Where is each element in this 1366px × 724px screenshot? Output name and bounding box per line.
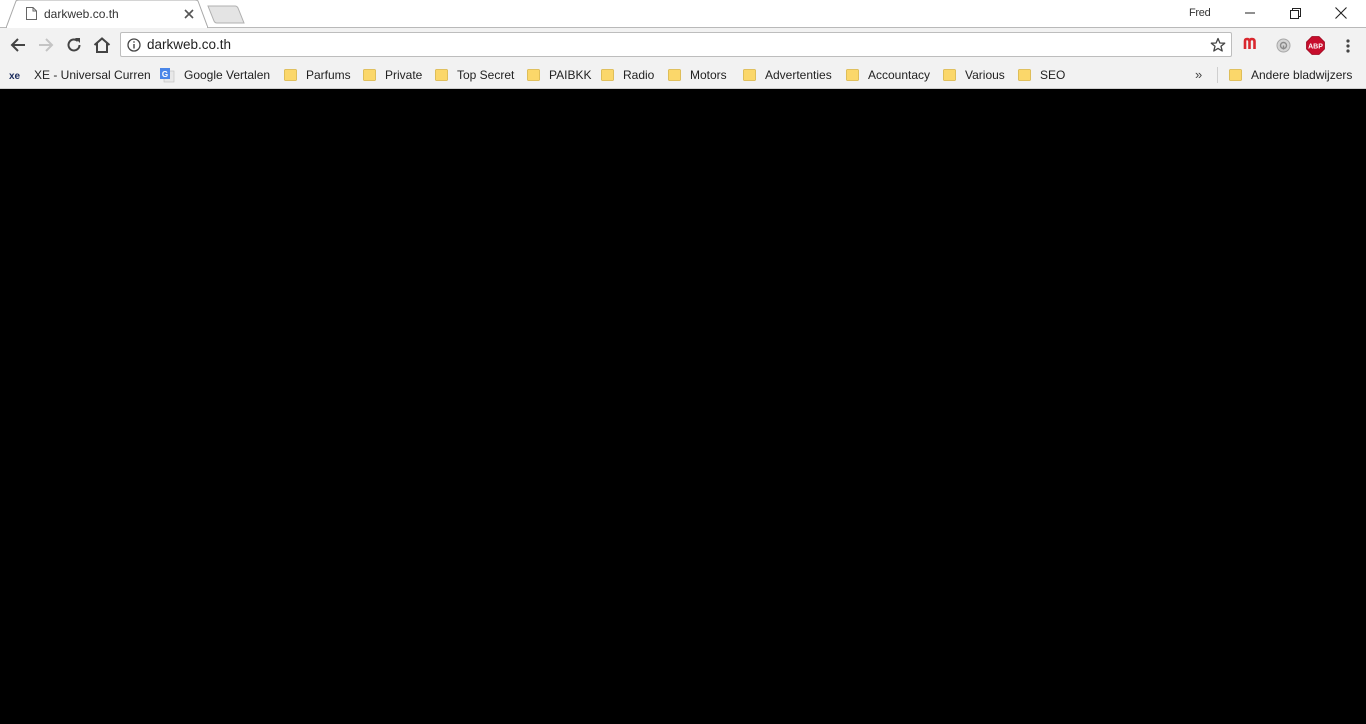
bookmark-xe[interactable]: xe XE - Universal Curren bbox=[9, 66, 151, 84]
bookmark-folder-paibkk[interactable]: PAIBKK bbox=[527, 66, 591, 84]
info-icon[interactable] bbox=[127, 38, 141, 52]
toolbar: ABP bbox=[0, 28, 1366, 62]
generic-extension-button[interactable] bbox=[1276, 38, 1291, 56]
folder-icon bbox=[943, 69, 956, 81]
adblock-plus-button[interactable]: ABP bbox=[1306, 36, 1325, 58]
bookmark-label: Advertenties bbox=[765, 68, 832, 82]
bookmarks-bar: xe XE - Universal Curren G Google Vertal… bbox=[0, 62, 1366, 89]
svg-text:ABP: ABP bbox=[1308, 44, 1323, 51]
google-translate-icon: G bbox=[160, 68, 175, 83]
arrow-right-icon bbox=[39, 38, 54, 52]
page-icon bbox=[26, 7, 37, 20]
back-button[interactable] bbox=[7, 34, 29, 56]
bookmark-label: PAIBKK bbox=[549, 68, 592, 82]
bookmark-label: Google Vertalen bbox=[184, 68, 271, 82]
restore-button[interactable] bbox=[1272, 0, 1318, 26]
bookmarks-separator bbox=[1217, 67, 1218, 83]
bookmark-label: Accountacy bbox=[868, 68, 931, 82]
folder-icon bbox=[601, 69, 614, 81]
folder-icon bbox=[435, 69, 448, 81]
other-bookmarks-label: Andere bladwijzers bbox=[1251, 68, 1353, 82]
bookmark-label: Various bbox=[965, 68, 1005, 82]
bookmark-folder-accountacy[interactable]: Accountacy bbox=[846, 66, 930, 84]
minimize-button[interactable] bbox=[1227, 0, 1273, 26]
mega-extension-icon bbox=[1243, 37, 1256, 49]
bookmark-folder-advertenties[interactable]: Advertenties bbox=[743, 66, 832, 84]
bookmark-folder-parfums[interactable]: Parfums bbox=[284, 66, 351, 84]
bookmark-label: Radio bbox=[623, 68, 655, 82]
bookmark-google-translate[interactable]: G Google Vertalen bbox=[159, 66, 271, 84]
bookmark-label: Top Secret bbox=[457, 68, 515, 82]
folder-icon bbox=[527, 69, 540, 81]
arrow-left-icon bbox=[10, 38, 25, 52]
close-window-button[interactable] bbox=[1318, 0, 1364, 26]
minimize-icon bbox=[1245, 12, 1255, 14]
menu-button[interactable] bbox=[1342, 39, 1354, 56]
home-button[interactable] bbox=[91, 34, 113, 56]
folder-icon bbox=[846, 69, 859, 81]
svg-text:G: G bbox=[162, 70, 168, 79]
forward-button[interactable] bbox=[35, 34, 57, 56]
adblock-plus-icon: ABP bbox=[1306, 36, 1325, 55]
generic-extension-icon bbox=[1276, 38, 1291, 53]
tab-strip: darkweb.co.th Fred bbox=[0, 0, 1366, 28]
close-tab-icon[interactable] bbox=[182, 7, 196, 21]
page-content bbox=[0, 89, 1366, 724]
url-input[interactable] bbox=[147, 37, 1187, 52]
bookmark-label: Motors bbox=[690, 68, 727, 82]
folder-icon bbox=[743, 69, 756, 81]
bookmark-folder-private[interactable]: Private bbox=[363, 66, 422, 84]
more-vert-icon bbox=[1346, 39, 1350, 53]
bookmark-label: XE - Universal Curren bbox=[34, 68, 151, 82]
folder-icon bbox=[363, 69, 376, 81]
home-icon bbox=[93, 37, 111, 53]
folder-icon bbox=[1018, 69, 1031, 81]
close-icon bbox=[1335, 7, 1347, 19]
mega-extension-button[interactable] bbox=[1243, 35, 1261, 54]
svg-text:xe: xe bbox=[9, 71, 21, 81]
profile-name[interactable]: Fred bbox=[1189, 7, 1211, 19]
other-bookmarks-folder[interactable]: Andere bladwijzers bbox=[1229, 66, 1352, 84]
address-bar[interactable] bbox=[120, 32, 1232, 57]
restore-icon bbox=[1289, 7, 1301, 19]
bookmark-label: Private bbox=[385, 68, 423, 82]
bookmark-folder-radio[interactable]: Radio bbox=[601, 66, 654, 84]
bookmark-folder-seo[interactable]: SEO bbox=[1018, 66, 1065, 84]
bookmark-label: Parfums bbox=[306, 68, 351, 82]
reload-icon bbox=[67, 38, 81, 52]
star-icon[interactable] bbox=[1210, 37, 1226, 53]
bookmark-folder-various[interactable]: Various bbox=[943, 66, 1005, 84]
bookmark-folder-motors[interactable]: Motors bbox=[668, 66, 727, 84]
folder-icon bbox=[668, 69, 681, 81]
bookmark-label: SEO bbox=[1040, 68, 1066, 82]
new-tab-button[interactable] bbox=[207, 5, 245, 24]
tab-active[interactable]: darkweb.co.th bbox=[6, 0, 208, 28]
folder-icon bbox=[284, 69, 297, 81]
xe-icon: xe bbox=[9, 71, 21, 81]
folder-icon bbox=[1229, 69, 1242, 81]
bookmarks-overflow-button[interactable]: » bbox=[1195, 67, 1202, 82]
tab-title: darkweb.co.th bbox=[44, 7, 119, 21]
bookmark-folder-top-secret[interactable]: Top Secret bbox=[435, 66, 514, 84]
reload-button[interactable] bbox=[63, 34, 85, 56]
